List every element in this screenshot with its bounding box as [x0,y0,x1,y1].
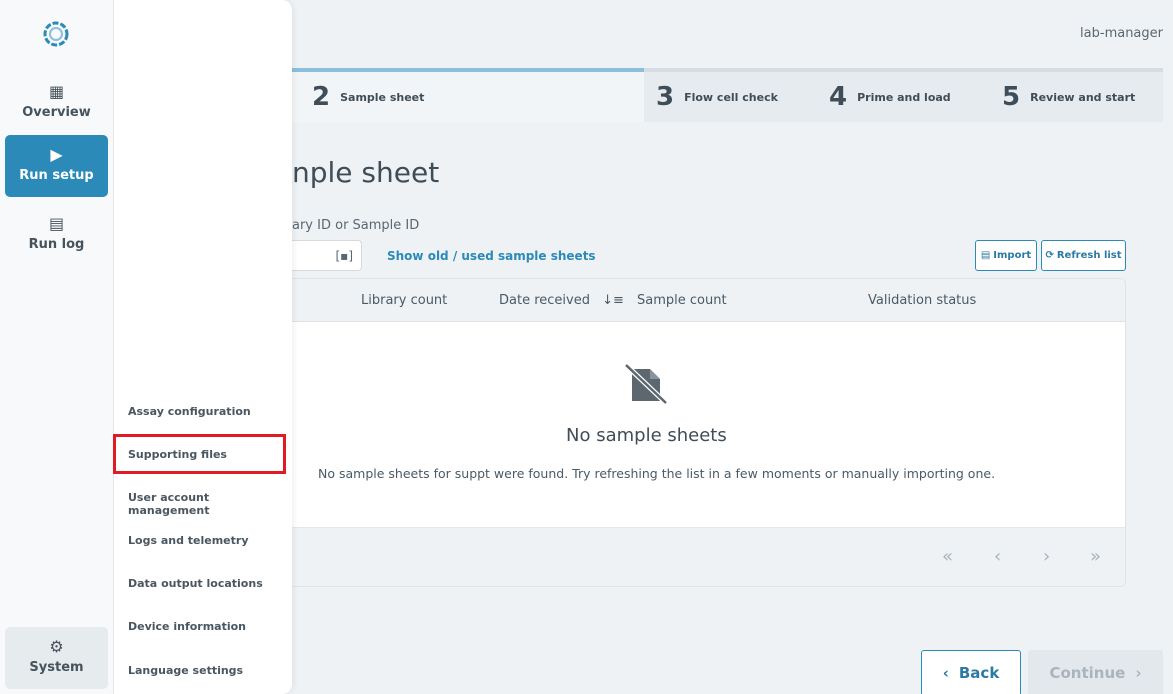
search-label: ary ID or Sample ID [292,218,420,233]
empty-state-title: No sample sheets [566,425,727,446]
system-menu: Assay configuration Supporting files Use… [114,0,292,694]
no-file-icon [624,363,668,405]
chevron-left-icon: ‹ [942,664,949,682]
menu-language-settings[interactable]: Language settings [128,664,243,677]
nav-overview[interactable]: ▦ Overview [5,72,108,134]
page-title: nple sheet [292,156,440,189]
user-name[interactable]: lab-manager [1080,26,1163,41]
refresh-icon: ⟳ [1045,250,1054,261]
next-page-icon[interactable]: › [1043,546,1050,567]
empty-state-description: No sample sheets for suppt were found. T… [318,466,996,481]
column-library-count[interactable]: Library count [361,293,447,308]
gear-icon: ⚙ [49,637,64,656]
nav-run-log[interactable]: ▤ Run log [5,204,108,266]
left-navigation-rail: ▦ Overview ▶ Run setup ▤ Run log ⚙ Syste… [0,0,114,694]
menu-device-information[interactable]: Device information [128,620,246,633]
column-sample-count[interactable]: Sample count [637,293,727,308]
nav-system[interactable]: ⚙ System [5,627,108,689]
barcode-scan-icon[interactable]: [▪] [336,249,354,263]
menu-assay-configuration[interactable]: Assay configuration [128,405,251,418]
step-review-and-start[interactable]: 5 Review and start [1002,82,1135,112]
file-icon: ▤ [980,250,991,261]
step-flow-cell-check[interactable]: 3 Flow cell check [656,82,778,112]
column-validation-status[interactable]: Validation status [868,293,976,308]
step-prime-and-load[interactable]: 4 Prime and load [829,82,951,112]
menu-user-account-management[interactable]: User account management [128,491,292,517]
document-icon: ▤ [48,214,65,233]
step-sample-sheet[interactable]: 2 Sample sheet [312,82,424,112]
continue-button[interactable]: Continue › [1028,650,1163,694]
table-header: Library count Date received ↓≡ Sample co… [292,279,1125,322]
last-page-icon[interactable]: » [1090,546,1101,567]
first-page-icon[interactable]: « [942,546,953,567]
sample-sheets-table: Library count Date received ↓≡ Sample co… [292,278,1126,587]
import-button[interactable]: ▤ Import [975,240,1037,271]
previous-page-icon[interactable]: ‹ [994,546,1001,567]
refresh-list-button[interactable]: ⟳ Refresh list [1041,240,1126,271]
show-old-sample-sheets-link[interactable]: Show old / used sample sheets [387,249,596,263]
table-pagination: « ‹ › » [292,527,1125,586]
grid-icon: ▦ [48,82,65,101]
column-date-received[interactable]: Date received ↓≡ [499,293,624,308]
sort-descending-icon[interactable]: ↓≡ [602,293,624,308]
highlight-box [113,434,286,474]
search-input[interactable]: [▪] [292,240,362,271]
menu-data-output-locations[interactable]: Data output locations [128,577,263,590]
setup-stepper: 2 Sample sheet 3 Flow cell check 4 Prime… [292,68,1163,122]
chevron-right-icon: › [1135,664,1142,682]
back-button[interactable]: ‹ Back [921,650,1021,694]
play-icon: ▶ [50,145,63,164]
menu-logs-and-telemetry[interactable]: Logs and telemetry [128,534,249,547]
app-logo-icon[interactable] [40,18,72,50]
nav-run-setup[interactable]: ▶ Run setup [5,135,108,197]
